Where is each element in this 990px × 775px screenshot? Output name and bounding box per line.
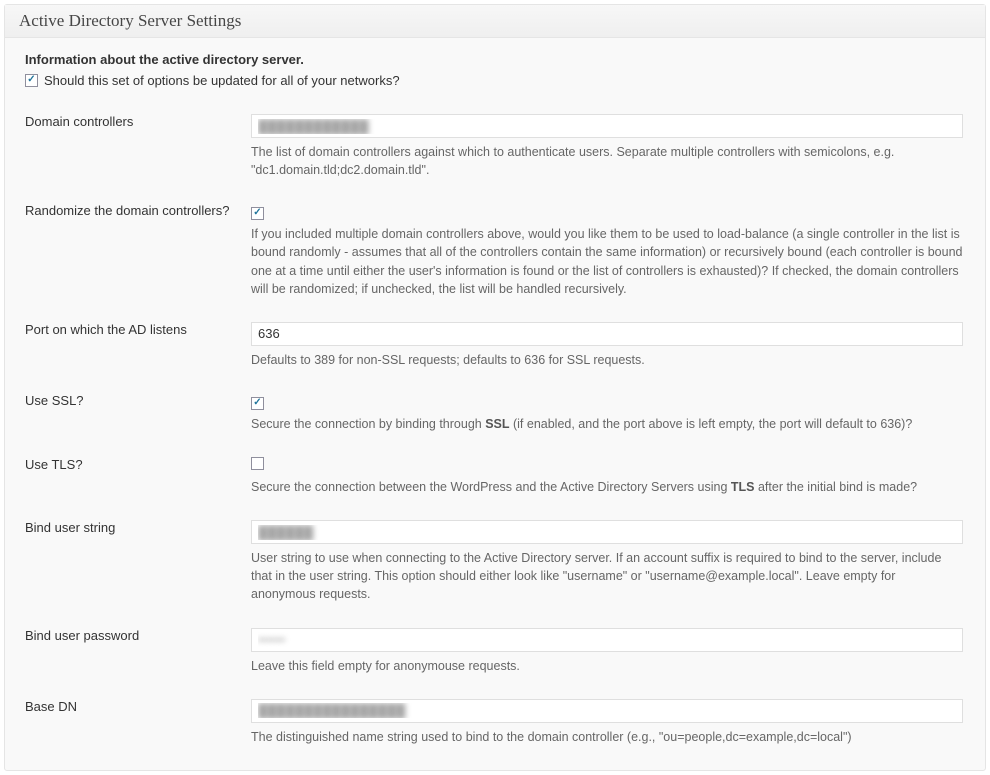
settings-panel: Active Directory Server Settings Informa…: [4, 4, 986, 771]
settings-form: Domain controllers The list of domain co…: [25, 104, 965, 760]
field-description: Secure the connection by binding through…: [251, 415, 963, 433]
update-all-row[interactable]: Should this set of options be updated fo…: [25, 73, 965, 88]
field-label: Use TLS?: [25, 447, 251, 510]
update-all-checkbox[interactable]: [25, 74, 38, 87]
bind-user-input[interactable]: [251, 520, 963, 544]
field-label: Port on which the AD listens: [25, 312, 251, 383]
update-all-label: Should this set of options be updated fo…: [44, 73, 400, 88]
randomize-checkbox[interactable]: [251, 207, 264, 220]
field-label: Bind user password: [25, 618, 251, 689]
use-ssl-checkbox[interactable]: [251, 397, 264, 410]
field-description: The list of domain controllers against w…: [251, 143, 963, 179]
domain-controllers-input[interactable]: [251, 114, 963, 138]
field-description: User string to use when connecting to th…: [251, 549, 963, 603]
field-use-tls: Use TLS? Secure the connection between t…: [25, 447, 965, 510]
field-label: Bind user string: [25, 510, 251, 617]
info-block: Information about the active directory s…: [25, 52, 965, 88]
bind-password-input[interactable]: [251, 628, 963, 652]
field-label: Use SSL?: [25, 383, 251, 447]
field-label: Domain controllers: [25, 104, 251, 193]
field-description: Defaults to 389 for non-SSL requests; de…: [251, 351, 963, 369]
field-use-ssl: Use SSL? Secure the connection by bindin…: [25, 383, 965, 447]
field-label: Base DN: [25, 689, 251, 760]
port-input[interactable]: [251, 322, 963, 346]
field-description: Secure the connection between the WordPr…: [251, 478, 963, 496]
info-heading: Information about the active directory s…: [25, 52, 965, 67]
field-domain-controllers: Domain controllers The list of domain co…: [25, 104, 965, 193]
use-tls-checkbox[interactable]: [251, 457, 264, 470]
field-randomize: Randomize the domain controllers? If you…: [25, 193, 965, 312]
field-label: Randomize the domain controllers?: [25, 193, 251, 312]
base-dn-input[interactable]: [251, 699, 963, 723]
panel-body: Information about the active directory s…: [5, 38, 985, 770]
field-port: Port on which the AD listens Defaults to…: [25, 312, 965, 383]
field-bind-user: Bind user string User string to use when…: [25, 510, 965, 617]
field-bind-password: Bind user password Leave this field empt…: [25, 618, 965, 689]
field-description: The distinguished name string used to bi…: [251, 728, 963, 746]
field-description: If you included multiple domain controll…: [251, 225, 963, 298]
panel-title: Active Directory Server Settings: [5, 5, 985, 38]
field-base-dn: Base DN The distinguished name string us…: [25, 689, 965, 760]
field-description: Leave this field empty for anonymouse re…: [251, 657, 963, 675]
